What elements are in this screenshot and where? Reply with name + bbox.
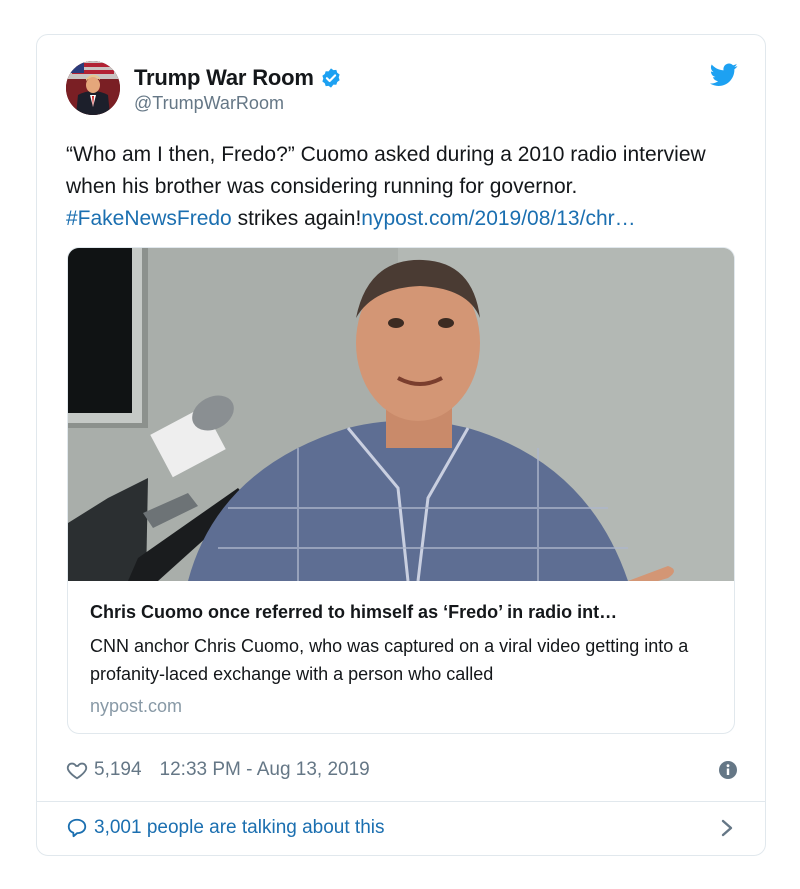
tweet-card: Trump War Room @TrumpWarRoom “Who am I t… (36, 34, 766, 856)
twitter-bird-icon[interactable] (709, 63, 738, 87)
author-block: Trump War Room @TrumpWarRoom (134, 65, 342, 114)
card-text: Chris Cuomo once referred to himself as … (90, 598, 720, 717)
speech-bubble-icon (66, 817, 88, 839)
card-description: CNN anchor Chris Cuomo, who was captured… (90, 636, 689, 684)
talking-row[interactable]: 3,001 people are talking about this (66, 813, 738, 843)
tweet-text-main: “Who am I then, Fredo?” Cuomo asked duri… (66, 143, 706, 198)
like-count[interactable]: 5,194 (94, 759, 142, 781)
timestamp[interactable]: 12:33 PM - Aug 13, 2019 (160, 759, 370, 781)
chevron-right-icon[interactable] (720, 818, 734, 838)
card-title: Chris Cuomo once referred to himself as … (90, 602, 618, 622)
display-name[interactable]: Trump War Room (134, 65, 314, 91)
avatar[interactable] (66, 61, 120, 115)
info-icon[interactable] (718, 760, 738, 780)
tweet-header: Trump War Room @TrumpWarRoom (66, 59, 738, 119)
verified-badge-icon (320, 67, 342, 89)
display-name-row: Trump War Room (134, 65, 342, 91)
divider (37, 801, 765, 802)
card-domain: nypost.com (90, 696, 183, 716)
heart-icon[interactable] (66, 759, 88, 781)
link-card[interactable]: Chris Cuomo once referred to himself as … (67, 247, 735, 734)
article-url-link[interactable]: nypost.com/2019/08/13/chr… (361, 207, 635, 230)
tweet-text-tail: strikes again! (231, 207, 362, 230)
handle[interactable]: @TrumpWarRoom (134, 93, 342, 114)
meta-row: 5,194 12:33 PM - Aug 13, 2019 (66, 755, 738, 785)
card-image[interactable] (68, 248, 734, 582)
talking-label[interactable]: 3,001 people are talking about this (94, 817, 385, 839)
hashtag-link[interactable]: #FakeNewsFredo (66, 207, 232, 230)
tweet-text: “Who am I then, Fredo?” Cuomo asked duri… (66, 139, 738, 235)
